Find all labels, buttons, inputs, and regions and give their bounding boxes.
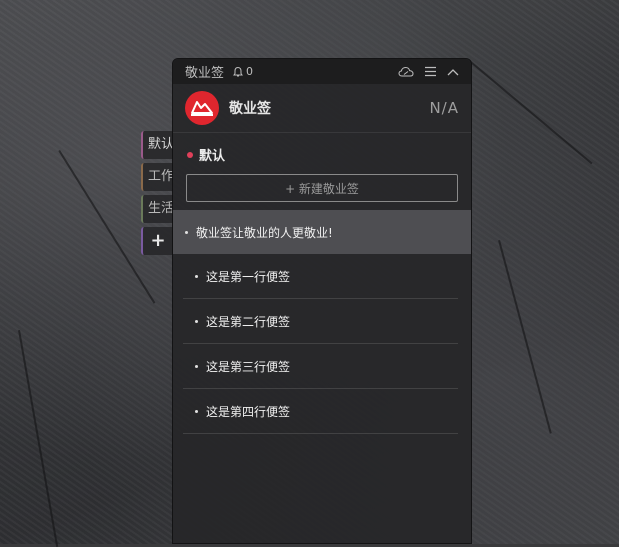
user-name: 敬业签	[229, 101, 271, 117]
category-tabs: 默认 工作 生活 +	[141, 131, 173, 259]
note-item[interactable]: 这是第一行便签	[183, 254, 458, 299]
category-label: 默认	[199, 149, 226, 164]
menu-icon[interactable]	[424, 66, 437, 77]
panel-header: 敬业签 N/A	[173, 84, 471, 133]
collapse-icon[interactable]	[447, 68, 459, 76]
notes-list: 敬业签让敬业的人更敬业! 这是第一行便签 这是第二行便签 这是第三行便签 这是第…	[173, 210, 471, 434]
bullet-icon	[195, 319, 198, 323]
wallpaper-crack	[498, 240, 552, 434]
category-dot-icon	[187, 151, 193, 158]
window-title: 敬业签	[185, 66, 225, 81]
category-header: 默认	[173, 133, 471, 170]
bell-icon	[232, 66, 244, 78]
note-text: 这是第一行便签	[206, 269, 291, 284]
tab-work[interactable]: 工作	[141, 163, 173, 191]
note-item[interactable]: 这是第四行便签	[183, 389, 458, 434]
title-bar[interactable]: 敬业签 0	[173, 59, 471, 84]
note-item[interactable]: 敬业签让敬业的人更敬业!	[173, 210, 471, 254]
wallpaper-crack	[468, 60, 593, 165]
note-item[interactable]: 这是第三行便签	[183, 344, 458, 389]
cloud-icon[interactable]	[398, 66, 414, 78]
app-logo[interactable]	[185, 91, 219, 125]
note-text: 这是第四行便签	[206, 404, 291, 419]
notes-panel: 敬业签 0 敬业签 N/A 默认 + 新建敬业签 敬业签让敬业的人更敬业! 这是…	[172, 58, 472, 544]
new-note-button[interactable]: + 新建敬业签	[186, 174, 458, 202]
title-bar-controls	[398, 66, 459, 78]
bullet-icon	[195, 274, 198, 278]
bullet-icon	[195, 364, 198, 368]
tab-default[interactable]: 默认	[141, 131, 173, 159]
bullet-icon	[195, 409, 198, 413]
notification-count: 0	[246, 65, 254, 78]
add-tab-button[interactable]: +	[141, 227, 173, 255]
note-text: 这是第二行便签	[206, 314, 291, 329]
note-text: 敬业签让敬业的人更敬业!	[196, 225, 333, 240]
note-item[interactable]: 这是第二行便签	[183, 299, 458, 344]
bullet-icon	[185, 230, 188, 234]
note-text: 这是第三行便签	[206, 359, 291, 374]
wallpaper-crack	[18, 330, 59, 547]
notification-indicator[interactable]: 0	[232, 65, 253, 78]
tab-life[interactable]: 生活	[141, 195, 173, 223]
sync-status: N/A	[429, 99, 459, 117]
